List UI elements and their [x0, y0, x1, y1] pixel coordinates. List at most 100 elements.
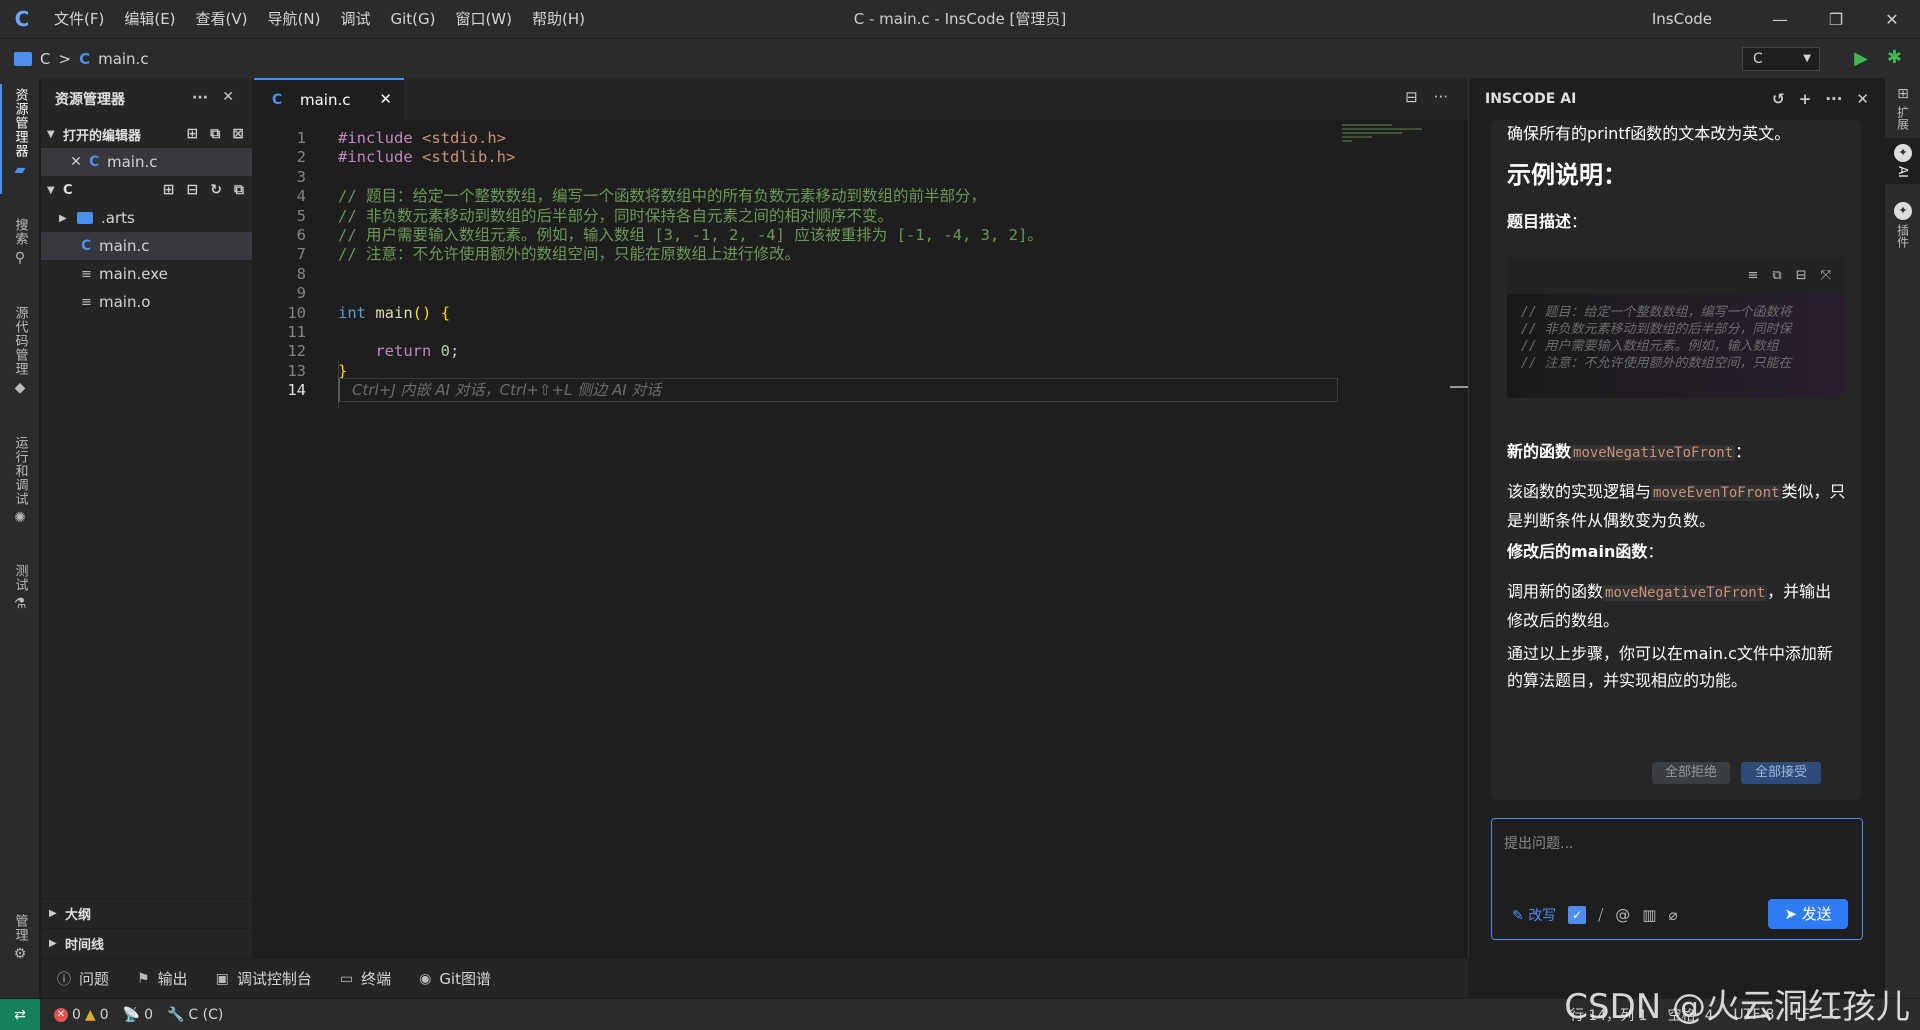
title-bar: C 文件(F) 编辑(E) 查看(V) 导航(N) 调试 Git(G) 窗口(W) 帮助(H)…: [0, 0, 1920, 38]
rewrite-checkbox[interactable]: ✓: [1568, 906, 1587, 924]
ai-subheading-desc: 题目描述：: [1507, 208, 1847, 235]
new-file-icon[interactable]: ⊞: [187, 126, 199, 142]
ai-input-placeholder: 提出问题...: [1504, 836, 1574, 852]
ai-input-box[interactable]: 提出问题... ✎ 改写 ✓ ⧸ @ ▥ ⌀ ➤ 发送: [1491, 818, 1863, 940]
close-all-icon[interactable]: ⊠: [232, 126, 244, 142]
tab-main-c[interactable]: C main.c ✕: [254, 78, 404, 120]
menu-item[interactable]: 帮助(H): [522, 0, 595, 38]
open-editors-section[interactable]: ▼ 打开的编辑器 ⊞ ⧉ ⊠: [41, 120, 252, 148]
more-icon[interactable]: ···: [1825, 90, 1842, 108]
breadcrumb-file[interactable]: main.c: [98, 50, 149, 68]
split-editor-icon[interactable]: ⊟: [1405, 88, 1418, 106]
tree-item-label: main.c: [99, 237, 150, 255]
encoding[interactable]: UTF-8: [1734, 1007, 1775, 1023]
folder-icon: [14, 51, 32, 66]
send-label: 发送: [1801, 905, 1832, 923]
close-icon[interactable]: ✕: [379, 90, 392, 108]
tree-item-main-c[interactable]: C main.c: [41, 232, 252, 260]
code-line[interactable]: 14 Ctrl+J 内嵌 AI 对话，Ctrl+⇧+L 侧边 AI 对话: [254, 378, 1468, 403]
menu-item[interactable]: 调试: [330, 0, 380, 38]
close-icon[interactable]: ✕: [222, 89, 234, 105]
tree-item-main-exe[interactable]: ≡ main.exe: [41, 260, 252, 288]
language-select[interactable]: C ▼: [1742, 47, 1820, 71]
library-icon[interactable]: ▥: [1642, 906, 1656, 924]
language-mode[interactable]: C: [1830, 1007, 1840, 1023]
more-icon[interactable]: ···: [1434, 88, 1448, 106]
activity-manage[interactable]: 管理 ⚙: [0, 914, 40, 962]
breadcrumb-folder[interactable]: C: [40, 50, 50, 68]
more-icon[interactable]: ···: [192, 90, 208, 106]
chevron-right-icon: ▶: [59, 212, 67, 224]
tree-item-arts[interactable]: ▶ .arts: [41, 204, 252, 232]
slash-icon[interactable]: ⧸: [1598, 906, 1603, 924]
timeline-label: 时间线: [65, 938, 105, 953]
remote-icon[interactable]: ⇄: [0, 998, 40, 1030]
menu-item[interactable]: 文件(F): [44, 0, 114, 38]
new-file-icon[interactable]: ⊞: [163, 182, 175, 198]
close-window-button[interactable]: ✕: [1864, 0, 1920, 38]
collapse-icon[interactable]: ⧉: [234, 182, 244, 198]
right-plugin[interactable]: ✦ 插件: [1885, 202, 1920, 248]
save-all-icon[interactable]: ⧉: [210, 126, 220, 142]
status-ports[interactable]: 📡 0: [123, 1007, 153, 1023]
tab-output-label: 输出: [157, 970, 188, 988]
refresh-icon[interactable]: ↻: [210, 182, 222, 198]
maximize-button[interactable]: ❐: [1808, 0, 1864, 38]
insert-icon[interactable]: ⊟: [1796, 268, 1807, 294]
add-icon[interactable]: +: [1799, 90, 1812, 108]
indentation[interactable]: 空格: 4: [1667, 1005, 1713, 1025]
search-icon: ⚲: [14, 250, 26, 266]
right-ai[interactable]: ✦ AI: [1885, 138, 1920, 184]
attach-icon[interactable]: ⌀: [1668, 906, 1677, 924]
tab-output[interactable]: ⚑ 输出: [137, 968, 188, 989]
tab-problems[interactable]: ⓘ 问题: [57, 968, 109, 989]
open-editor-item[interactable]: ✕ C main.c: [41, 148, 252, 176]
debug-icon[interactable]: ✱: [1887, 47, 1902, 68]
activity-test[interactable]: 测试 ⚗: [0, 564, 40, 612]
tab-git-graph[interactable]: ◉ Git图谱: [419, 968, 491, 989]
close-icon[interactable]: ✕: [63, 154, 89, 170]
brand-label[interactable]: InsCode: [1652, 0, 1712, 38]
at-icon[interactable]: @: [1615, 906, 1630, 924]
chevron-down-icon: ▼: [1803, 53, 1811, 64]
end-of-line[interactable]: LF: [1794, 1007, 1810, 1023]
history-icon[interactable]: ↺: [1772, 90, 1785, 108]
menu-item[interactable]: 查看(V): [186, 0, 258, 38]
cursor-position[interactable]: 行 14，列 1: [1570, 1005, 1648, 1025]
wrap-icon[interactable]: ≡: [1747, 268, 1758, 294]
collapse-icon[interactable]: ⤧: [1821, 268, 1831, 294]
activity-debug[interactable]: 运行和调试 ✺: [0, 436, 40, 526]
inline-code: moveEvenToFront: [1651, 485, 1782, 501]
send-button[interactable]: ➤ 发送: [1768, 899, 1848, 929]
menu-item[interactable]: Git(G): [380, 0, 445, 38]
right-ext-label: 扩展: [1895, 106, 1910, 130]
timeline-section[interactable]: ▶ 时间线: [41, 928, 253, 958]
new-folder-icon[interactable]: ⊟: [187, 182, 199, 198]
close-icon[interactable]: ✕: [1856, 90, 1869, 108]
reject-all-button[interactable]: 全部拒绝: [1652, 762, 1730, 784]
rewrite-toggle[interactable]: ✎ 改写: [1512, 905, 1556, 925]
workspace-root[interactable]: ▼ C ⊞ ⊟ ↻ ⧉: [41, 176, 252, 204]
code-area[interactable]: 1 #include <stdio.h> 2 #include <stdlib.h> 3…: [254, 120, 1468, 958]
activity-scm[interactable]: 源代码管理 ◆: [0, 306, 40, 396]
activity-explorer[interactable]: 资源管理器 ▰: [0, 88, 40, 178]
menu-item[interactable]: 编辑(E): [114, 0, 185, 38]
right-ext[interactable]: ⊞ 扩展: [1885, 86, 1920, 130]
menu-item[interactable]: 窗口(W): [445, 0, 522, 38]
tab-terminal[interactable]: ▭ 终端: [340, 968, 391, 989]
activity-search[interactable]: 搜索 ⚲: [0, 218, 40, 266]
accept-all-button[interactable]: 全部接受: [1741, 762, 1821, 784]
status-problems[interactable]: ✕ 0 ▲ 0: [54, 1007, 109, 1023]
copy-icon[interactable]: ⧉: [1772, 268, 1781, 294]
outline-section[interactable]: ▶ 大纲: [41, 898, 253, 928]
activity-debug-label: 运行和调试: [12, 436, 28, 506]
tab-debug-console[interactable]: ▣ 调试控制台: [216, 968, 312, 989]
open-editor-label: main.c: [107, 153, 158, 171]
status-lang[interactable]: 🔧 C (C): [167, 1007, 223, 1023]
tree-item-main-o[interactable]: ≡ main.o: [41, 288, 252, 316]
minimize-button[interactable]: —: [1752, 0, 1808, 38]
app-logo[interactable]: C: [0, 0, 44, 38]
menu-item[interactable]: 导航(N): [258, 0, 331, 38]
run-icon[interactable]: ▶: [1854, 48, 1868, 69]
activity-bar: 资源管理器 ▰ 搜索 ⚲ 源代码管理 ◆ 运行和调试 ✺ 测试 ⚗ 管理 ⚙: [0, 78, 40, 998]
